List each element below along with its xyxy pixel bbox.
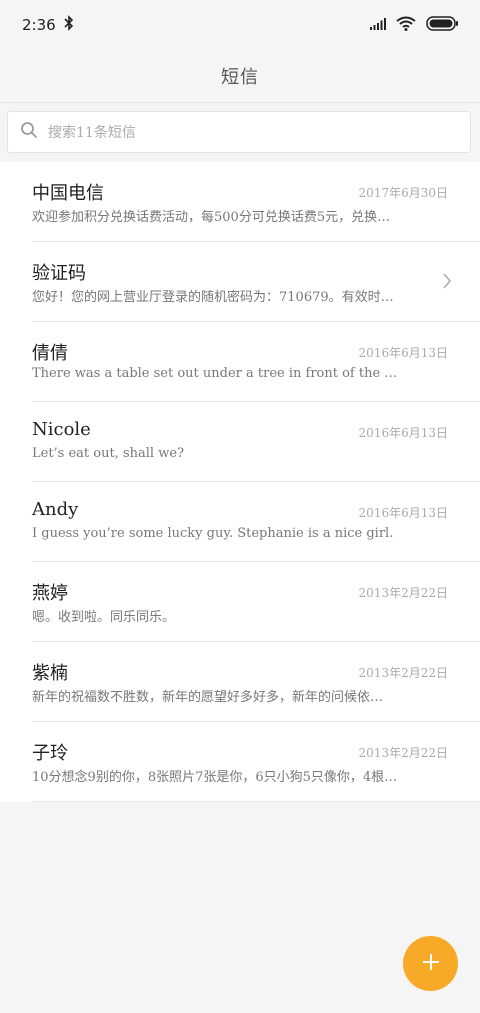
page-title: 短信 (221, 67, 259, 88)
message-preview: 新年的祝福数不胜数，新年的愿望好多好多，新年的问候依… (32, 690, 384, 705)
message-sender: 燕婷 (32, 583, 68, 604)
bluetooth-icon (64, 15, 74, 35)
battery-icon (426, 15, 458, 35)
signal-icon (370, 16, 386, 34)
message-date: 2017年6月30日 (358, 186, 448, 200)
status-time: 2:36 (22, 16, 56, 34)
chevron-right-icon (442, 273, 452, 289)
message-preview: 欢迎参加积分兑换话费活动，每500分可兑换话费5元，兑换… (32, 210, 391, 225)
message-row[interactable]: Andy 2016年6月13日 I guess you’re some luck… (32, 482, 480, 562)
message-row[interactable]: Nicole 2016年6月13日 Let’s eat out, shall w… (32, 402, 480, 482)
message-preview: Let’s eat out, shall we? (32, 446, 185, 461)
status-right (370, 15, 458, 35)
title-bar: 短信 (0, 50, 480, 102)
message-date: 2013年2月22日 (358, 586, 448, 600)
message-date: 2016年6月13日 (358, 506, 448, 520)
search-input[interactable]: 搜索11条短信 (7, 111, 471, 153)
message-preview: I guess you’re some lucky guy. Stephanie… (32, 526, 394, 541)
message-preview: 您好！您的网上营业厅登录的随机密码为：710679。有效时… (32, 290, 394, 305)
message-list: 中国电信 2017年6月30日 欢迎参加积分兑换话费活动，每500分可兑换话费5… (0, 162, 480, 802)
message-date: 2013年2月22日 (358, 746, 448, 760)
new-message-button[interactable] (403, 936, 458, 991)
search-placeholder: 搜索11条短信 (48, 125, 136, 141)
message-preview: 10分想念9别的你，8张照片7张是你，6只小狗5只像你，4根… (32, 770, 398, 785)
message-row[interactable]: 倩倩 2016年6月13日 There was a table set out … (32, 322, 480, 402)
message-row[interactable]: 验证码 您好！您的网上营业厅登录的随机密码为：710679。有效时… (32, 242, 480, 322)
status-bar: 2:36 (0, 0, 480, 50)
message-row[interactable]: 紫楠 2013年2月22日 新年的祝福数不胜数，新年的愿望好多好多，新年的问候依… (32, 642, 480, 722)
message-preview: 嗯。收到啦。同乐同乐。 (32, 610, 176, 625)
message-row[interactable]: 子玲 2013年2月22日 10分想念9别的你，8张照片7张是你，6只小狗5只像… (32, 722, 480, 802)
message-sender: Andy (32, 499, 79, 520)
message-date: 2016年6月13日 (358, 426, 448, 440)
message-sender: 紫楠 (32, 663, 68, 684)
message-row[interactable]: 燕婷 2013年2月22日 嗯。收到啦。同乐同乐。 (32, 562, 480, 642)
plus-icon (421, 952, 441, 976)
status-left: 2:36 (22, 15, 74, 35)
message-date: 2016年6月13日 (358, 346, 448, 360)
message-sender: 子玲 (32, 743, 68, 764)
message-sender: 中国电信 (32, 183, 104, 204)
message-sender: 验证码 (32, 263, 86, 284)
search-icon (20, 121, 38, 143)
message-row[interactable]: 中国电信 2017年6月30日 欢迎参加积分兑换话费活动，每500分可兑换话费5… (32, 162, 480, 242)
message-date: 2013年2月22日 (358, 666, 448, 680)
search-area: 搜索11条短信 (0, 102, 480, 161)
message-sender: 倩倩 (32, 343, 68, 364)
message-preview: There was a table set out under a tree i… (32, 366, 398, 381)
message-sender: Nicole (32, 419, 91, 440)
wifi-icon (396, 16, 416, 35)
